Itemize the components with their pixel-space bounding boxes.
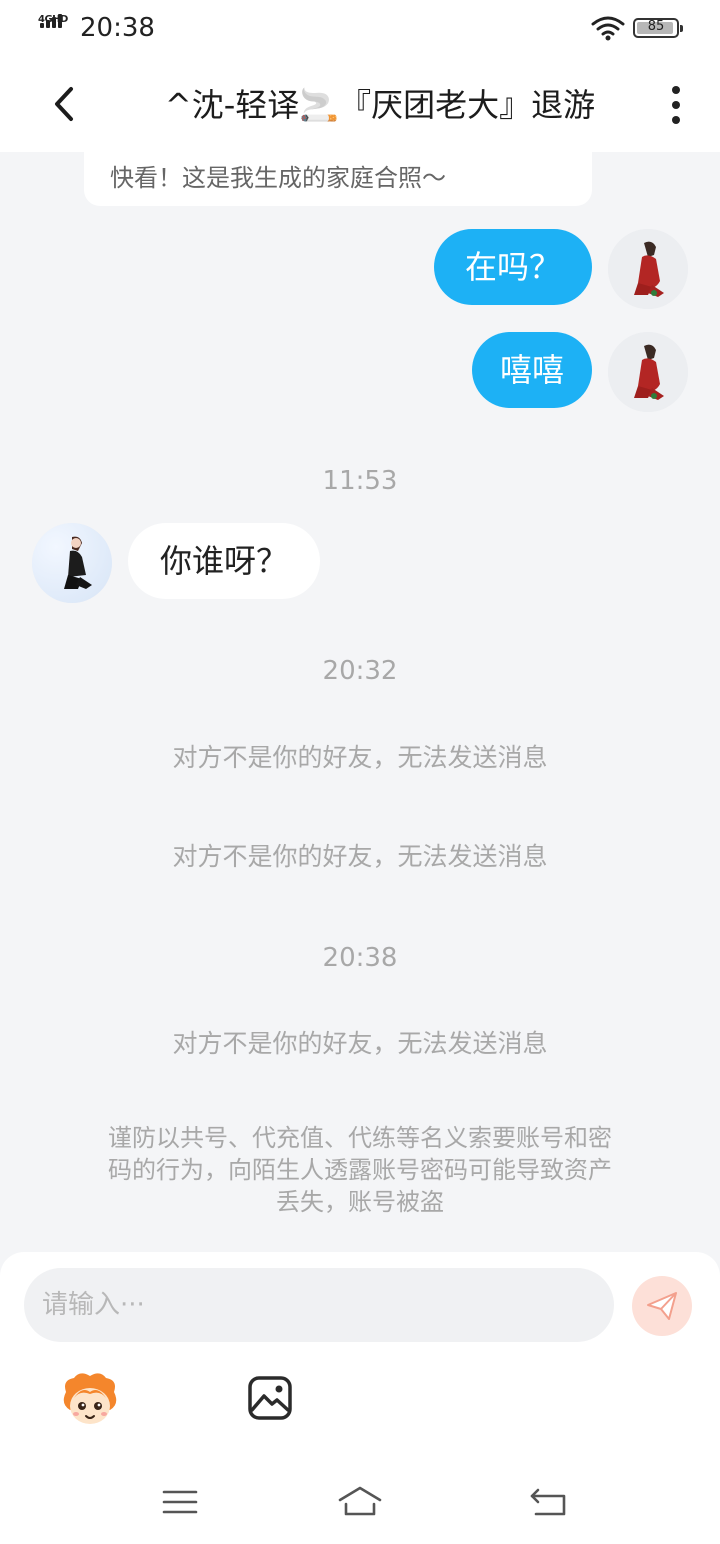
system-notice: 对方不是你的好友，无法发送消息 (172, 743, 548, 772)
outgoing-message-bubble[interactable]: 嘻嘻 (472, 332, 592, 408)
chat-title: ^沈-轻译🚬『厌团老大』退游 (164, 86, 596, 124)
message-text: 你谁呀？ (159, 542, 288, 580)
avatar-image (32, 523, 112, 603)
system-notice: 对方不是你的好友，无法发送消息 (172, 1029, 548, 1058)
incoming-message-bubble[interactable]: 你谁呀？ (128, 523, 320, 599)
chat-header: ^沈-轻译🚬『厌团老大』退游 (0, 58, 720, 152)
signal-icon: 4GHD (38, 14, 72, 42)
message-text: 嘻嘻 (499, 351, 564, 389)
warning-line: 谨防以共号、代充值、代练等名义索要账号和密 (108, 1124, 612, 1152)
message-input[interactable] (42, 1268, 602, 1342)
chat-screen: 4GHD 20:38 85 ^沈-轻译🚬『厌团老大』退游 (0, 0, 720, 1544)
message-timestamp: 20:32 (322, 656, 398, 686)
system-nav-bar (0, 1460, 720, 1544)
back-button[interactable] (44, 82, 84, 126)
paper-plane-icon (647, 1292, 677, 1320)
send-button[interactable] (632, 1276, 692, 1336)
warning-line: 丢失，账号被盗 (276, 1188, 444, 1216)
chevron-left-icon (55, 87, 73, 121)
warning-line: 码的行为，向陌生人透露账号密码可能导致资产 (108, 1156, 612, 1184)
mascot-emoji-icon[interactable] (60, 1370, 120, 1430)
image-icon[interactable] (246, 1374, 294, 1422)
system-notice: 对方不是你的好友，无法发送消息 (172, 842, 548, 871)
avatar-image (608, 229, 688, 309)
more-vertical-icon (672, 86, 680, 94)
return-icon[interactable] (528, 1482, 568, 1522)
message-input-wrapper[interactable] (24, 1268, 614, 1342)
shared-card[interactable]: 快看！这是我生成的家庭合照～ (84, 152, 592, 206)
message-timestamp: 11:53 (322, 466, 398, 496)
my-avatar[interactable] (608, 332, 688, 412)
home-icon[interactable] (336, 1482, 384, 1522)
status-time: 20:38 (80, 13, 155, 43)
contact-avatar[interactable] (32, 523, 112, 603)
avatar-image (608, 332, 688, 412)
security-warning: 谨防以共号、代充值、代练等名义索要账号和密 码的行为，向陌生人透露账号密码可能导… (60, 1122, 660, 1218)
menu-icon[interactable] (160, 1482, 200, 1522)
battery-level: 85 (647, 19, 665, 34)
message-list[interactable]: 快看！这是我生成的家庭合照～ 在吗？ 嘻嘻 11:53 你谁呀？ 20:32 对… (0, 152, 720, 1252)
message-timestamp: 20:38 (322, 943, 398, 973)
shared-card-text: 快看！这是我生成的家庭合照～ (110, 164, 446, 192)
outgoing-message-bubble[interactable]: 在吗？ (434, 229, 592, 305)
battery-icon: 85 (633, 18, 683, 38)
message-text: 在吗？ (464, 248, 561, 286)
status-bar: 4GHD 20:38 85 (0, 0, 720, 58)
wifi-icon (591, 16, 625, 41)
more-options-button[interactable] (658, 80, 694, 130)
my-avatar[interactable] (608, 229, 688, 309)
